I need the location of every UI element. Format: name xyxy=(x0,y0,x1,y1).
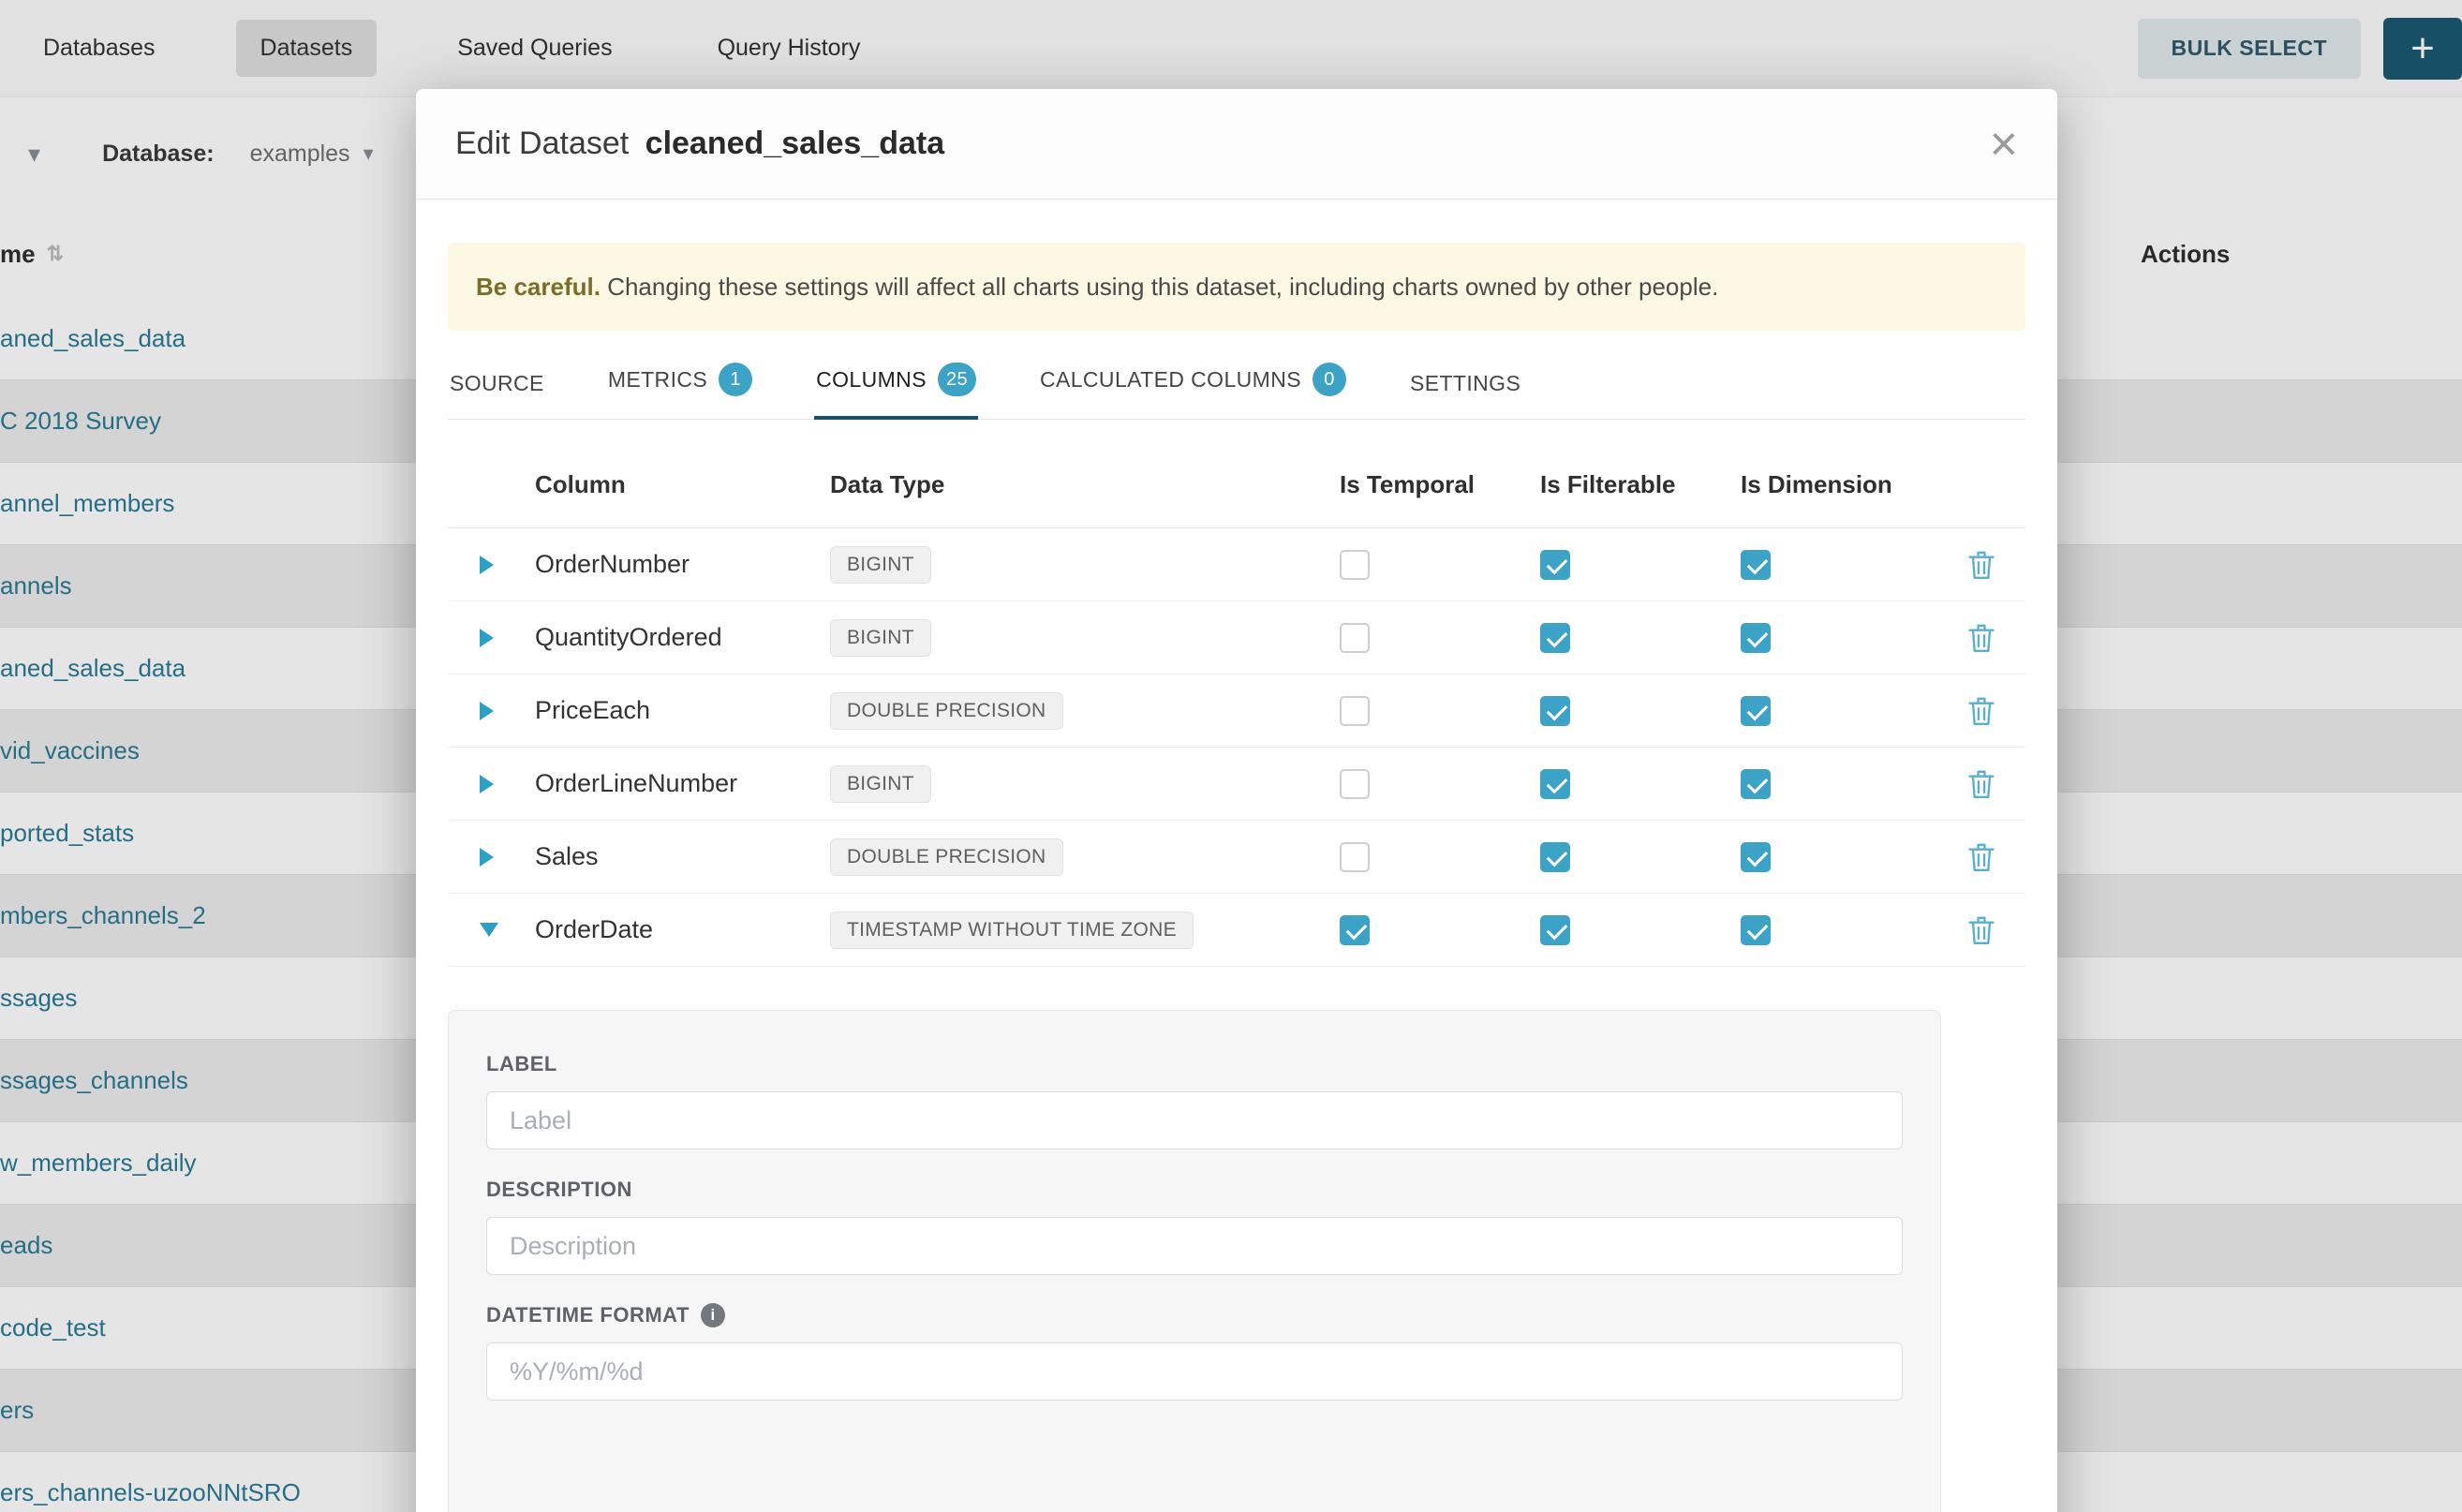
trash-icon-svg xyxy=(1965,840,1997,874)
tab-calculated-columns[interactable]: CALCULATED COLUMNS 0 xyxy=(1038,351,1348,419)
is-dimension-checkbox[interactable] xyxy=(1741,915,1771,945)
close-icon[interactable]: × xyxy=(1990,120,2018,169)
column-name: PriceEach xyxy=(535,696,830,725)
header-is-temporal: Is Temporal xyxy=(1336,470,1536,499)
is-dimension-checkbox[interactable] xyxy=(1741,842,1771,872)
data-type-pill: TIMESTAMP WITHOUT TIME ZONE xyxy=(830,912,1194,949)
tab-label: COLUMNS xyxy=(816,367,927,393)
is-temporal-checkbox[interactable] xyxy=(1340,769,1370,799)
is-filterable-checkbox[interactable] xyxy=(1540,623,1570,653)
description-field-label: DESCRIPTION xyxy=(486,1178,1903,1202)
description-input[interactable] xyxy=(486,1217,1903,1275)
tab-label: METRICS xyxy=(608,367,707,393)
is-temporal-checkbox[interactable] xyxy=(1340,842,1370,872)
data-type-pill: BIGINT xyxy=(830,765,931,803)
is-dimension-checkbox[interactable] xyxy=(1741,550,1771,580)
warning-banner: Be careful. Changing these settings will… xyxy=(448,243,2025,331)
is-filterable-checkbox[interactable] xyxy=(1540,915,1570,945)
trash-icon-svg xyxy=(1965,694,1997,728)
modal-body: Be careful. Changing these settings will… xyxy=(416,200,2057,1512)
edit-dataset-modal: Edit Dataset cleaned_sales_data × Be car… xyxy=(416,89,2057,1512)
column-row: OrderNumberBIGINT xyxy=(448,528,2025,601)
datetime-format-input[interactable] xyxy=(486,1342,1903,1401)
is-filterable-checkbox[interactable] xyxy=(1540,696,1570,726)
tab-source[interactable]: SOURCE xyxy=(448,360,546,419)
label-field-label: LABEL xyxy=(486,1052,1903,1076)
warning-banner-text: Changing these settings will affect all … xyxy=(607,273,1718,301)
column-row: SalesDOUBLE PRECISION xyxy=(448,821,2025,894)
description-field-group: DESCRIPTION xyxy=(486,1178,1903,1275)
column-row: OrderLineNumberBIGINT xyxy=(448,748,2025,821)
is-filterable-checkbox[interactable] xyxy=(1540,550,1570,580)
is-dimension-checkbox[interactable] xyxy=(1741,623,1771,653)
column-name: OrderNumber xyxy=(535,550,830,579)
columns-table-body: OrderNumberBIGINTQuantityOrderedBIGINTPr… xyxy=(448,528,2025,967)
is-temporal-checkbox[interactable] xyxy=(1340,696,1370,726)
is-temporal-checkbox[interactable] xyxy=(1340,623,1370,653)
trash-icon[interactable] xyxy=(1965,840,1997,874)
column-name: OrderLineNumber xyxy=(535,769,830,798)
tab-label: SETTINGS xyxy=(1410,371,1520,396)
tab-metrics[interactable]: METRICS 1 xyxy=(606,351,754,419)
is-dimension-checkbox[interactable] xyxy=(1741,696,1771,726)
header-data-type: Data Type xyxy=(830,470,1336,499)
expand-caret-icon[interactable] xyxy=(480,775,494,793)
data-type-pill: DOUBLE PRECISION xyxy=(830,692,1063,730)
trash-icon-svg xyxy=(1965,548,1997,582)
tab-label: CALCULATED COLUMNS xyxy=(1040,367,1301,393)
tab-columns[interactable]: COLUMNS 25 xyxy=(814,351,978,419)
data-type-pill: BIGINT xyxy=(830,619,931,657)
column-editor-panel: LABEL DESCRIPTION DATETIME FORMAT i xyxy=(448,1010,1941,1512)
label-input[interactable] xyxy=(486,1091,1903,1149)
column-row: QuantityOrderedBIGINT xyxy=(448,601,2025,674)
trash-icon[interactable] xyxy=(1965,694,1997,728)
column-name: QuantityOrdered xyxy=(535,623,830,652)
tab-count-badge: 25 xyxy=(938,363,976,396)
columns-table-header: Column Data Type Is Temporal Is Filterab… xyxy=(448,442,2025,528)
tab-label: SOURCE xyxy=(450,371,544,396)
modal-tabs: SOURCE METRICS 1 COLUMNS 25 CALCULATED COLUMN… xyxy=(448,351,2025,420)
tab-settings[interactable]: SETTINGS xyxy=(1408,360,1522,419)
trash-icon[interactable] xyxy=(1965,621,1997,655)
expand-caret-icon[interactable] xyxy=(480,629,494,647)
datetime-format-field-group: DATETIME FORMAT i xyxy=(486,1303,1903,1401)
expand-caret-icon[interactable] xyxy=(480,556,494,574)
expand-caret-icon[interactable] xyxy=(480,848,494,867)
warning-banner-bold: Be careful. xyxy=(476,273,601,301)
modal-header: Edit Dataset cleaned_sales_data × xyxy=(416,89,2057,200)
expand-caret-icon[interactable] xyxy=(480,702,494,720)
data-type-pill: DOUBLE PRECISION xyxy=(830,838,1063,876)
column-row: PriceEachDOUBLE PRECISION xyxy=(448,674,2025,748)
column-row: OrderDateTIMESTAMP WITHOUT TIME ZONE xyxy=(448,894,2025,967)
trash-icon[interactable] xyxy=(1965,548,1997,582)
modal-title-dataset: cleaned_sales_data xyxy=(645,126,944,161)
trash-icon-svg xyxy=(1965,621,1997,655)
info-icon[interactable]: i xyxy=(701,1303,725,1327)
column-name: Sales xyxy=(535,842,830,871)
header-is-filterable: Is Filterable xyxy=(1536,470,1737,499)
header-is-dimension: Is Dimension xyxy=(1737,470,1937,499)
datetime-format-label: DATETIME FORMAT xyxy=(486,1303,690,1327)
data-type-pill: BIGINT xyxy=(830,546,931,584)
modal-title: Edit Dataset cleaned_sales_data xyxy=(455,126,944,162)
trash-icon-svg xyxy=(1965,767,1997,801)
header-column: Column xyxy=(535,470,830,499)
trash-icon-svg xyxy=(1965,913,1997,947)
is-temporal-checkbox[interactable] xyxy=(1340,550,1370,580)
trash-icon[interactable] xyxy=(1965,767,1997,801)
is-temporal-checkbox[interactable] xyxy=(1340,915,1370,945)
is-dimension-checkbox[interactable] xyxy=(1741,769,1771,799)
is-filterable-checkbox[interactable] xyxy=(1540,769,1570,799)
tab-count-badge: 0 xyxy=(1313,363,1346,396)
tab-count-badge: 1 xyxy=(719,363,752,396)
datetime-format-label-row: DATETIME FORMAT i xyxy=(486,1303,1903,1327)
columns-table: Column Data Type Is Temporal Is Filterab… xyxy=(448,442,2025,967)
trash-icon[interactable] xyxy=(1965,913,1997,947)
column-name: OrderDate xyxy=(535,915,830,944)
collapse-caret-icon[interactable] xyxy=(480,923,498,937)
modal-title-prefix: Edit Dataset xyxy=(455,126,629,161)
label-field-group: LABEL xyxy=(486,1052,1903,1149)
is-filterable-checkbox[interactable] xyxy=(1540,842,1570,872)
